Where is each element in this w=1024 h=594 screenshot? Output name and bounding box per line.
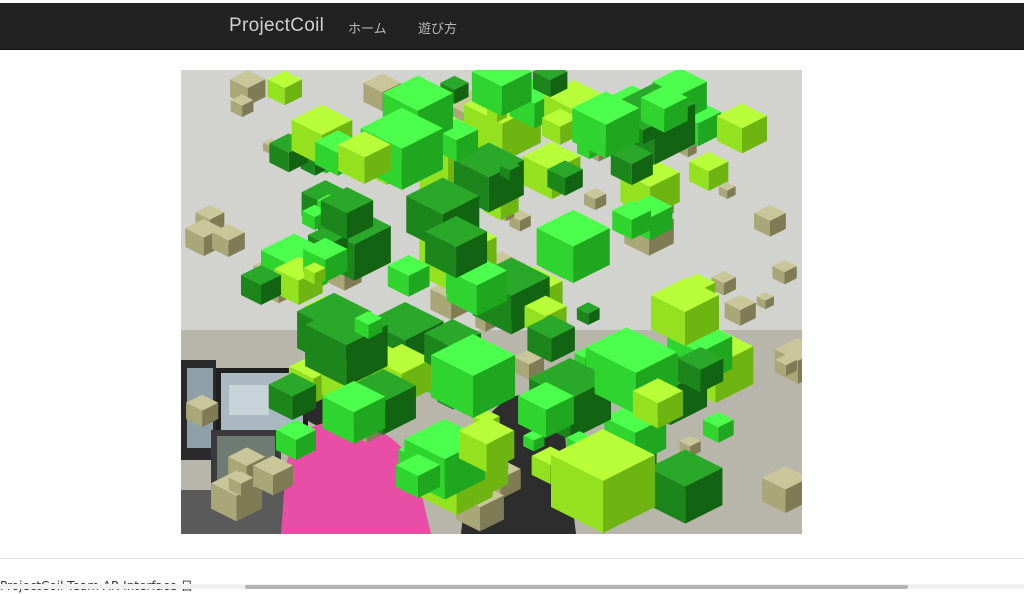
scrollbar-thumb[interactable] bbox=[245, 585, 908, 589]
hero-image bbox=[181, 70, 802, 534]
nav-link-how-to-play[interactable]: 遊び方 bbox=[418, 18, 457, 37]
brand-link[interactable]: ProjectCoil bbox=[229, 15, 324, 37]
hero-image-art bbox=[181, 70, 802, 534]
footer-divider bbox=[0, 558, 1024, 559]
ar-cube-overlay bbox=[185, 70, 802, 533]
navbar: ProjectCoil ホーム 遊び方 bbox=[0, 3, 1024, 50]
nav-link-home[interactable]: ホーム bbox=[348, 18, 387, 37]
